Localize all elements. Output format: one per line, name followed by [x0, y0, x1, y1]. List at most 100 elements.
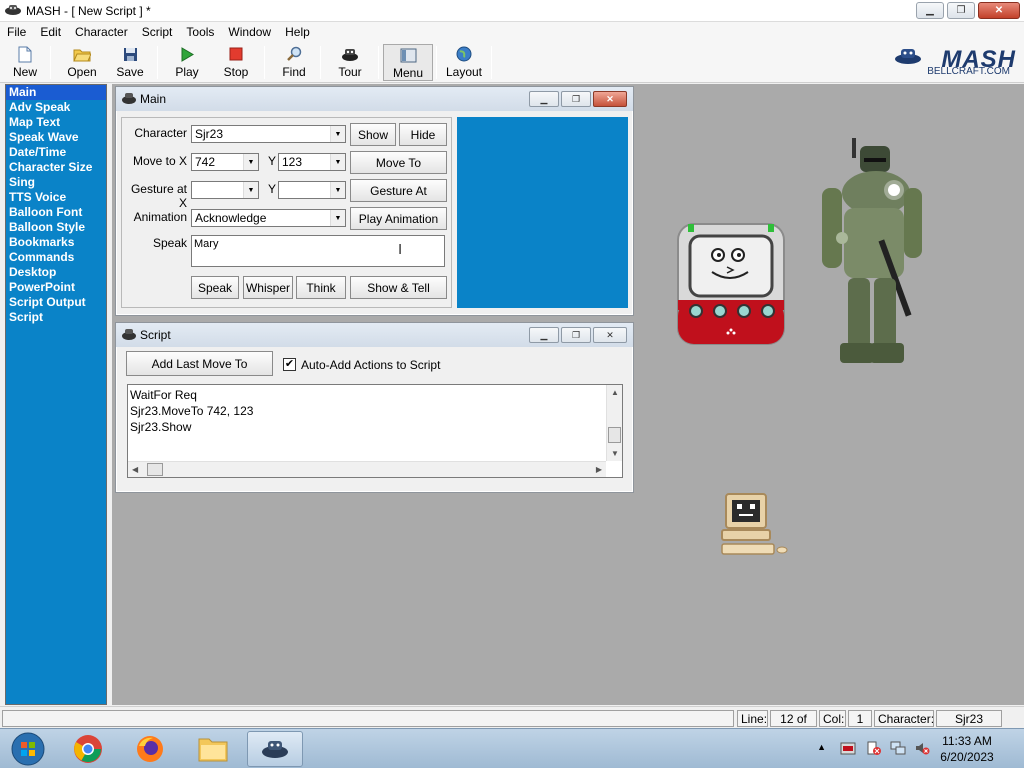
- add-last-move-to-button[interactable]: Add Last Move To: [126, 351, 273, 376]
- menu-button[interactable]: Menu: [383, 44, 433, 81]
- scroll-thumb[interactable]: [147, 463, 163, 476]
- taskbar-explorer[interactable]: [185, 731, 241, 767]
- speak-button[interactable]: Speak: [191, 276, 239, 299]
- sidebar-item-desktop[interactable]: Desktop: [6, 265, 106, 280]
- sidebar-item-commands[interactable]: Commands: [6, 250, 106, 265]
- sidebar-item-date-time[interactable]: Date/Time: [6, 145, 106, 160]
- whisper-button[interactable]: Whisper: [243, 276, 293, 299]
- taskbar-clock[interactable]: 11:33 AM 6/20/2023: [932, 733, 1002, 765]
- main-restore-button[interactable]: ❐: [561, 91, 591, 107]
- text-cursor-icon: I: [398, 241, 403, 258]
- taskbar-mash[interactable]: [247, 731, 303, 767]
- script-editor[interactable]: WaitFor Req Sjr23.MoveTo 742, 123 Sjr23.…: [127, 384, 623, 478]
- robot-tv-character[interactable]: [676, 222, 786, 348]
- move-to-button[interactable]: Move To: [350, 151, 447, 174]
- script-vertical-scrollbar[interactable]: ▲ ▼: [606, 385, 622, 461]
- sidebar-item-tts-voice[interactable]: TTS Voice: [6, 190, 106, 205]
- sidebar-item-sing[interactable]: Sing: [6, 175, 106, 190]
- stop-button[interactable]: Stop: [211, 44, 261, 81]
- sidebar-item-bookmarks[interactable]: Bookmarks: [6, 235, 106, 250]
- open-button[interactable]: Open: [57, 44, 107, 81]
- action-center-icon[interactable]: [866, 740, 882, 759]
- scroll-thumb[interactable]: [608, 427, 621, 443]
- show-button[interactable]: Show: [350, 123, 396, 146]
- chevron-down-icon: ▼: [330, 210, 345, 226]
- taskbar-firefox[interactable]: [122, 731, 178, 767]
- auto-add-checkbox[interactable]: ✔: [283, 358, 296, 371]
- gesture-y-input[interactable]: ▼: [278, 181, 346, 199]
- close-button[interactable]: ✕: [978, 2, 1020, 19]
- sidebar-item-main[interactable]: Main: [6, 85, 106, 100]
- armored-warrior-character[interactable]: [812, 138, 922, 372]
- restore-button[interactable]: ❐: [947, 2, 975, 19]
- show-hidden-icons-icon[interactable]: ▲: [817, 742, 826, 752]
- computer-character[interactable]: [720, 492, 788, 558]
- menu-script[interactable]: Script: [135, 22, 180, 42]
- menu-help[interactable]: Help: [278, 22, 317, 42]
- start-button[interactable]: [0, 731, 56, 767]
- mash-app-icon[interactable]: [4, 3, 22, 20]
- save-button[interactable]: Save: [105, 44, 155, 81]
- show-and-tell-button[interactable]: Show & Tell: [350, 276, 447, 299]
- menu-tools[interactable]: Tools: [179, 22, 221, 42]
- menu-window[interactable]: Window: [221, 22, 278, 42]
- script-line: Sjr23.Show: [130, 420, 192, 434]
- main-close-button[interactable]: ✕: [593, 91, 627, 107]
- new-file-icon: [18, 44, 32, 64]
- gesture-at-button[interactable]: Gesture At: [350, 179, 447, 202]
- sidebar-item-script-output[interactable]: Script Output: [6, 295, 106, 310]
- sidebar-item-speak-wave[interactable]: Speak Wave: [6, 130, 106, 145]
- character-select[interactable]: Sjr23 ▼: [191, 125, 346, 143]
- script-window-titlebar[interactable]: Script ▁ ❐ ✕: [116, 323, 633, 347]
- windows-taskbar: ▲ 11:33 AM 6/20/2023: [0, 728, 1024, 768]
- play-animation-button[interactable]: Play Animation: [350, 207, 447, 230]
- folder-icon: [198, 738, 228, 762]
- sidebar-item-map-text[interactable]: Map Text: [6, 115, 106, 130]
- find-button[interactable]: Find: [269, 44, 319, 81]
- play-button[interactable]: Play: [162, 44, 212, 81]
- tour-button[interactable]: Tour: [325, 44, 375, 81]
- move-to-x-input[interactable]: 742 ▼: [191, 153, 259, 171]
- main-window: Main ▁ ❐ ✕ Character Sjr23 ▼ Show Hide M…: [115, 86, 634, 316]
- menu-edit[interactable]: Edit: [33, 22, 68, 42]
- windows-start-icon: [11, 732, 45, 766]
- sidebar-item-balloon-style[interactable]: Balloon Style: [6, 220, 106, 235]
- scroll-left-icon[interactable]: ◀: [132, 465, 138, 474]
- scroll-right-icon[interactable]: ▶: [596, 465, 602, 474]
- layout-button[interactable]: Layout: [439, 44, 489, 81]
- volume-icon[interactable]: [914, 740, 930, 759]
- gesture-x-input[interactable]: ▼: [191, 181, 259, 199]
- main-minimize-button[interactable]: ▁: [529, 91, 559, 107]
- stop-icon: [229, 44, 243, 64]
- taskbar-chrome[interactable]: [60, 731, 116, 767]
- network-icon[interactable]: [890, 740, 906, 759]
- think-button[interactable]: Think: [296, 276, 346, 299]
- app-title: MASH - [ New Script ] *: [26, 4, 151, 18]
- scroll-up-icon[interactable]: ▲: [611, 388, 619, 397]
- scroll-down-icon[interactable]: ▼: [611, 449, 619, 458]
- script-minimize-button[interactable]: ▁: [529, 327, 559, 343]
- sidebar: Main Adv Speak Map Text Speak Wave Date/…: [5, 84, 107, 705]
- move-to-x-label: Move to X: [132, 154, 187, 168]
- minimize-button[interactable]: ▁: [916, 2, 944, 19]
- sidebar-item-balloon-font[interactable]: Balloon Font: [6, 205, 106, 220]
- sidebar-item-script[interactable]: Script: [6, 310, 106, 325]
- menu-panel-icon: [400, 45, 417, 65]
- sidebar-item-adv-speak[interactable]: Adv Speak: [6, 100, 106, 115]
- menu-file[interactable]: File: [0, 22, 33, 42]
- script-restore-button[interactable]: ❐: [561, 327, 591, 343]
- script-close-button[interactable]: ✕: [593, 327, 627, 343]
- new-button[interactable]: New: [0, 44, 50, 81]
- tray-app-icon[interactable]: [840, 740, 856, 759]
- speak-textarea[interactable]: Mary I: [191, 235, 445, 267]
- move-to-y-input[interactable]: 123 ▼: [278, 153, 346, 171]
- animation-select[interactable]: Acknowledge ▼: [191, 209, 346, 227]
- script-horizontal-scrollbar[interactable]: ◀ ▶: [128, 461, 606, 477]
- hide-button[interactable]: Hide: [399, 123, 447, 146]
- sidebar-item-powerpoint[interactable]: PowerPoint: [6, 280, 106, 295]
- menu-character[interactable]: Character: [68, 22, 135, 42]
- sidebar-item-character-size[interactable]: Character Size: [6, 160, 106, 175]
- search-icon: [286, 44, 302, 64]
- toolbar: New Open Save Play Stop Find Tour Menu L…: [0, 42, 1024, 83]
- main-window-titlebar[interactable]: Main ▁ ❐ ✕: [116, 87, 633, 111]
